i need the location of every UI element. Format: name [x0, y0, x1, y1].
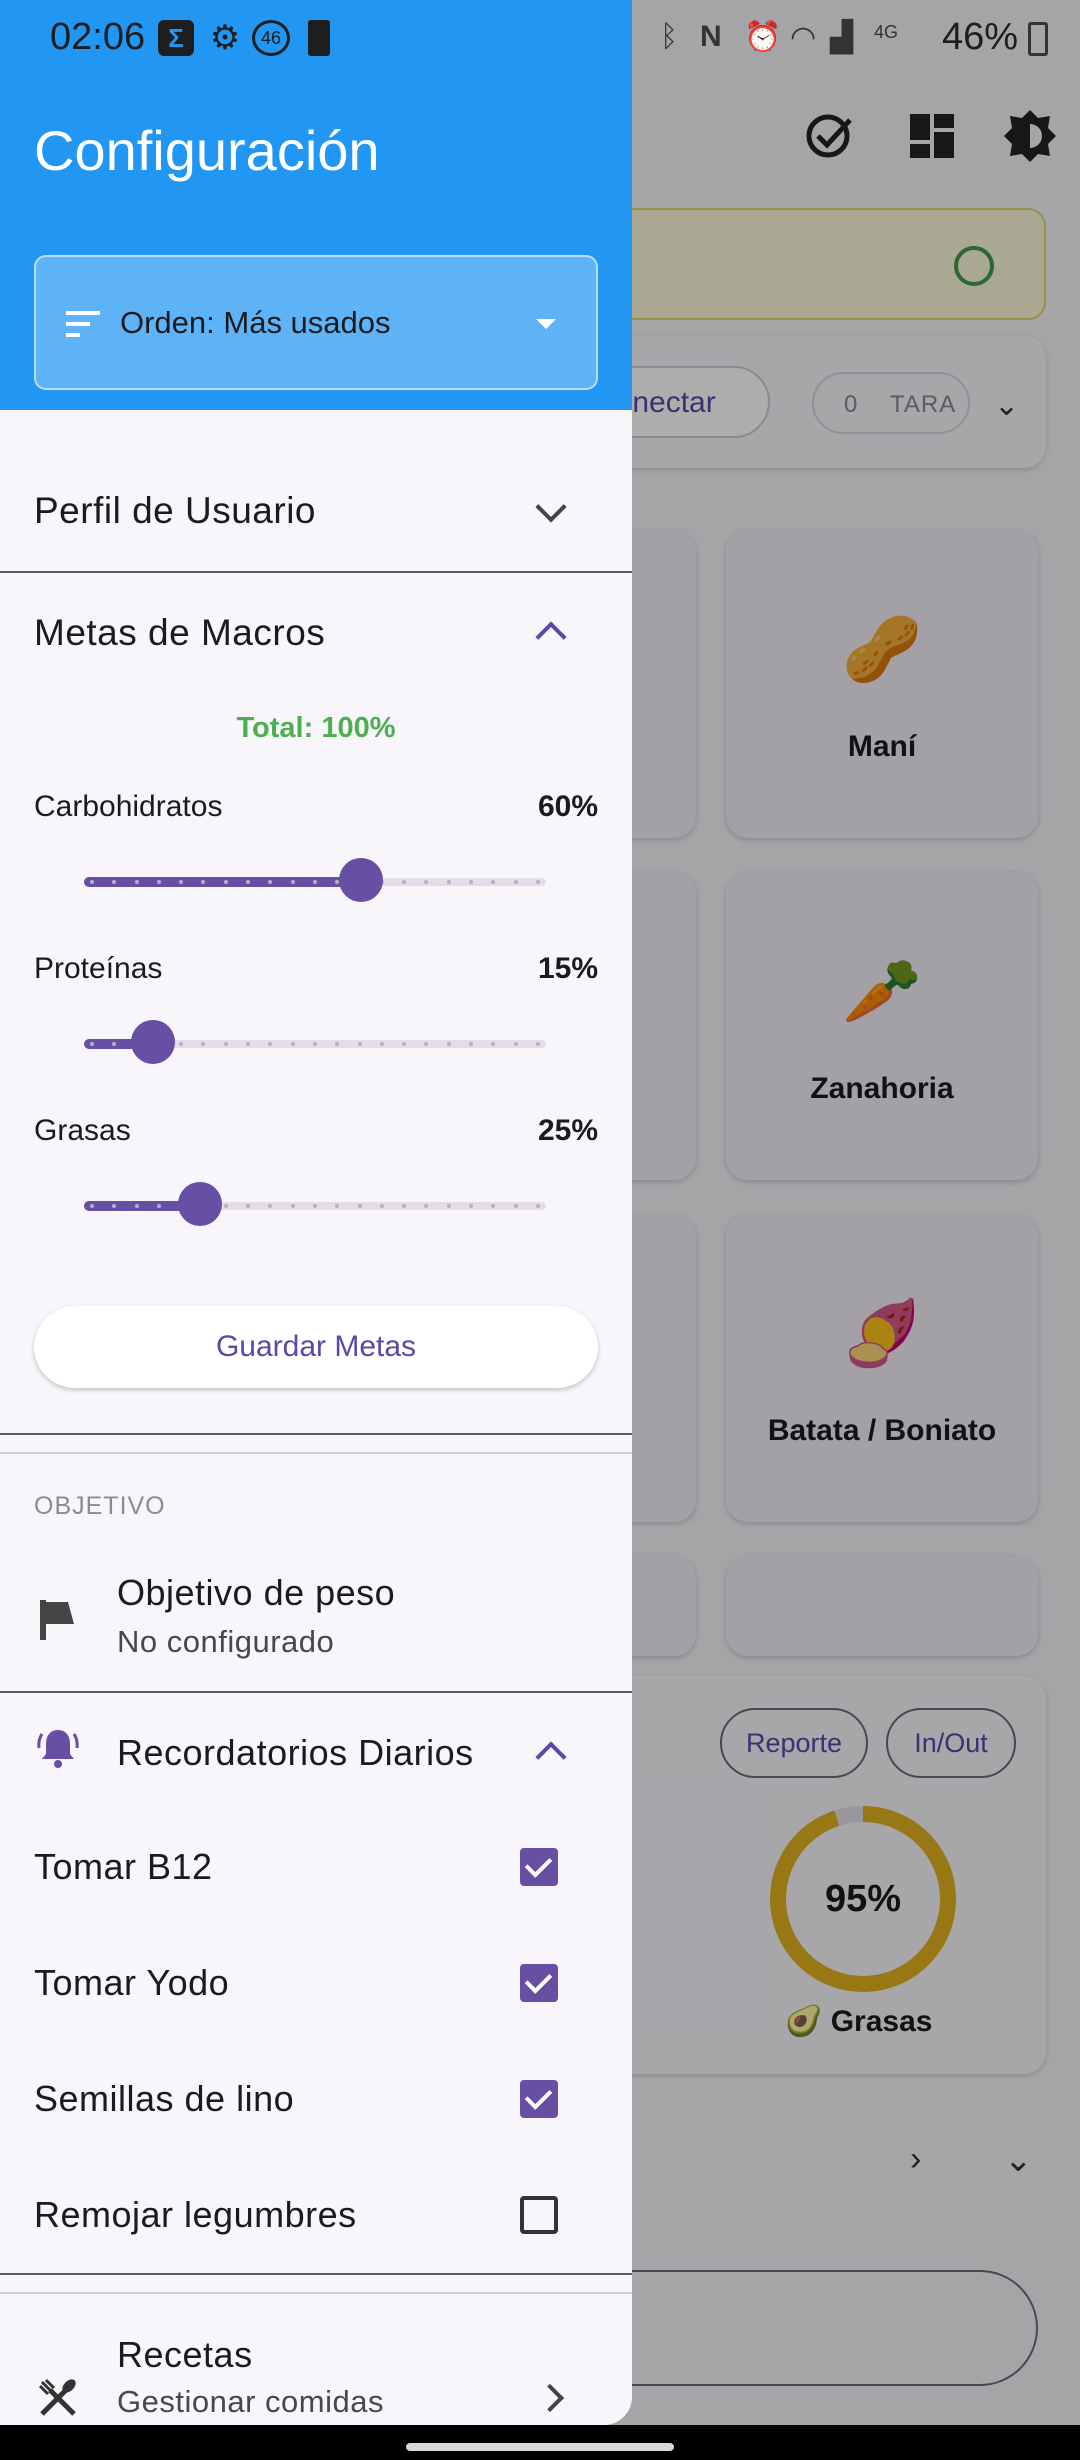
status-bar: 02:06 Σ ⚙ 46 ᛒ N ⏰ ◠ ▟ 4G 46% — [0, 0, 1080, 76]
slider-thumb[interactable] — [339, 858, 384, 902]
macro-value: 60% — [537, 790, 598, 823]
chevron-right-icon — [535, 2383, 565, 2413]
chevron-up-icon — [535, 621, 567, 653]
objective-section-header: OBJETIVO — [34, 1492, 166, 1520]
macro-slider[interactable] — [84, 858, 546, 902]
divider — [0, 571, 632, 573]
status-time: 02:06 — [50, 16, 146, 58]
macro-label: Grasas — [34, 1114, 131, 1147]
macro-total: Total: 100% — [236, 712, 396, 744]
macro-slider[interactable] — [84, 1182, 546, 1226]
macro-slider[interactable] — [84, 1020, 546, 1064]
battery-percent: 46% — [941, 16, 1018, 58]
dropdown-arrow-icon — [536, 319, 556, 329]
4g-icon: 4G — [874, 22, 899, 42]
sort-icon — [66, 311, 100, 339]
profile-section-title: Perfil de Usuario — [34, 490, 317, 531]
bell-ring-icon — [37, 1730, 79, 1768]
reminders-title: Recordatorios Diarios — [117, 1732, 474, 1773]
reminder-checkbox[interactable] — [520, 1848, 558, 1886]
reminder-checkbox[interactable] — [520, 1964, 558, 2002]
gear-icon: ⚙ — [209, 19, 241, 57]
divider — [0, 1433, 632, 1435]
weight-goal-title: Objetivo de peso — [117, 1572, 396, 1613]
wifi-icon: ◠ — [790, 21, 817, 54]
slider-thumb[interactable] — [131, 1020, 176, 1064]
macro-label: Carbohidratos — [34, 790, 223, 823]
home-gesture-handle[interactable] — [406, 2443, 674, 2451]
save-goals-button[interactable]: Guardar Metas — [34, 1306, 598, 1388]
macro-label: Proteínas — [34, 952, 163, 985]
bluetooth-icon: ᛒ — [660, 20, 678, 53]
system-nav-bar — [0, 2425, 1080, 2460]
recipes-subtitle: Gestionar comidas — [117, 2384, 384, 2419]
badge-46-icon: 46 — [252, 20, 290, 56]
divider — [0, 2292, 632, 2294]
reminder-label: Remojar legumbres — [34, 2194, 357, 2235]
battery-saver-icon — [308, 20, 330, 56]
alarm-icon: ⏰ — [744, 21, 782, 54]
divider — [0, 1452, 632, 1454]
nfc-icon: N — [700, 20, 722, 53]
slider-ticks — [90, 1204, 540, 1208]
slider-ticks — [90, 880, 540, 884]
weight-goal-subtitle: No configurado — [117, 1624, 335, 1659]
signal-icon: ▟ — [830, 21, 854, 54]
recipes-title: Recetas — [117, 2334, 253, 2375]
reminder-checkbox[interactable] — [520, 2196, 558, 2234]
battery-icon — [1028, 22, 1048, 56]
slider-thumb[interactable] — [177, 1182, 222, 1226]
sort-label: Orden: Más usados — [120, 305, 391, 340]
sigma-icon: Σ — [158, 20, 194, 56]
settings-drawer: Configuración Orden: Más usados Perfil d… — [0, 0, 632, 2425]
macro-value: 15% — [537, 952, 598, 985]
chevron-down-icon — [535, 491, 567, 523]
chevron-up-icon — [535, 1741, 567, 1773]
reminder-label: Semillas de lino — [34, 2078, 295, 2119]
reminder-label: Tomar Yodo — [34, 1962, 230, 2003]
drawer-title: Configuración — [34, 119, 380, 182]
reminder-checkbox[interactable] — [520, 2080, 558, 2118]
flag-icon — [40, 1600, 76, 1640]
macro-value: 25% — [537, 1114, 598, 1147]
divider — [0, 1691, 632, 1693]
macros-section-title: Metas de Macros — [34, 612, 326, 653]
sort-dropdown[interactable]: Orden: Más usados — [34, 255, 598, 390]
utensils-icon — [38, 2378, 76, 2416]
divider — [0, 2273, 632, 2275]
reminder-label: Tomar B12 — [34, 1846, 213, 1887]
